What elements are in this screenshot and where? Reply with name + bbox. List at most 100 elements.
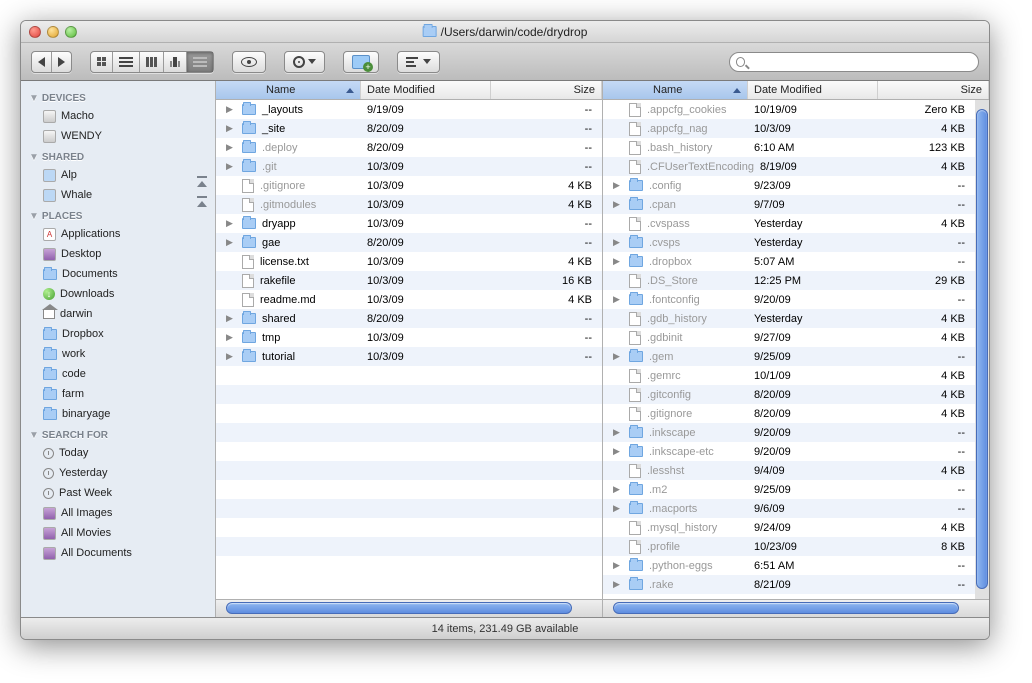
- file-row[interactable]: ▶.config9/23/09--: [603, 176, 975, 195]
- sidebar-item[interactable]: farm: [21, 384, 215, 404]
- file-row[interactable]: ▶shared8/20/09--: [216, 309, 602, 328]
- file-row[interactable]: .bash_history6:10 AM123 KB: [603, 138, 975, 157]
- file-row[interactable]: ▶gae8/20/09--: [216, 233, 602, 252]
- sidebar-header[interactable]: ▼ SHARED: [21, 146, 215, 165]
- list-view-button[interactable]: [113, 52, 140, 72]
- file-row[interactable]: ▶.fontconfig9/20/09--: [603, 290, 975, 309]
- search-input[interactable]: [751, 56, 972, 68]
- disclosure-triangle[interactable]: ▶: [613, 199, 623, 210]
- horizontal-scrollbar[interactable]: [603, 599, 989, 617]
- file-row[interactable]: .appcfg_cookies10/19/09Zero KB: [603, 100, 975, 119]
- file-row[interactable]: .appcfg_nag10/3/094 KB: [603, 119, 975, 138]
- col-name[interactable]: Name: [216, 81, 361, 99]
- eject-button[interactable]: [197, 187, 207, 203]
- disclosure-triangle[interactable]: ▶: [613, 256, 623, 267]
- search-field[interactable]: [729, 52, 979, 72]
- icon-view-button[interactable]: [91, 52, 113, 72]
- file-list[interactable]: .appcfg_cookies10/19/09Zero KB.appcfg_na…: [603, 100, 989, 599]
- file-row[interactable]: ▶tmp10/3/09--: [216, 328, 602, 347]
- action-menu-button[interactable]: [284, 51, 325, 73]
- quicklook-button[interactable]: [232, 51, 266, 73]
- file-row[interactable]: license.txt10/3/094 KB: [216, 252, 602, 271]
- sidebar-item[interactable]: Past Week: [21, 483, 215, 503]
- disclosure-triangle[interactable]: ▶: [226, 237, 236, 248]
- file-row[interactable]: .gemrc10/1/094 KB: [603, 366, 975, 385]
- disclosure-triangle[interactable]: ▶: [613, 351, 623, 362]
- sidebar-item[interactable]: Macho: [21, 106, 215, 126]
- sidebar-header[interactable]: ▼ PLACES: [21, 205, 215, 224]
- disclosure-triangle[interactable]: ▶: [613, 560, 623, 571]
- col-date[interactable]: Date Modified: [748, 81, 878, 99]
- sidebar-item[interactable]: code: [21, 364, 215, 384]
- arrange-menu-button[interactable]: [397, 51, 440, 73]
- file-row[interactable]: ▶.dropbox5:07 AM--: [603, 252, 975, 271]
- sidebar-item[interactable]: Today: [21, 443, 215, 463]
- sidebar-item[interactable]: AApplications: [21, 224, 215, 244]
- file-row[interactable]: .gdbinit9/27/094 KB: [603, 328, 975, 347]
- disclosure-triangle[interactable]: ▶: [613, 503, 623, 514]
- file-row[interactable]: .gdb_historyYesterday4 KB: [603, 309, 975, 328]
- eject-button[interactable]: [197, 167, 207, 183]
- file-row[interactable]: ▶.cpan9/7/09--: [603, 195, 975, 214]
- sidebar-item[interactable]: darwin: [21, 304, 215, 324]
- sidebar-item[interactable]: WENDY: [21, 126, 215, 146]
- file-row[interactable]: ▶_layouts9/19/09--: [216, 100, 602, 119]
- scrollbar-thumb[interactable]: [613, 602, 959, 614]
- col-size[interactable]: Size: [491, 81, 602, 99]
- forward-button[interactable]: [52, 52, 71, 72]
- sidebar-item[interactable]: Dropbox: [21, 324, 215, 344]
- disclosure-triangle[interactable]: ▶: [226, 351, 236, 362]
- disclosure-triangle[interactable]: ▶: [613, 294, 623, 305]
- col-date[interactable]: Date Modified: [361, 81, 491, 99]
- new-folder-button[interactable]: [343, 51, 379, 73]
- file-row[interactable]: .lesshst9/4/094 KB: [603, 461, 975, 480]
- file-row[interactable]: rakefile10/3/0916 KB: [216, 271, 602, 290]
- zoom-button[interactable]: [65, 26, 77, 38]
- file-row[interactable]: ▶.rake8/21/09--: [603, 575, 975, 594]
- sidebar-item[interactable]: binaryage: [21, 404, 215, 424]
- file-row[interactable]: ▶dryapp10/3/09--: [216, 214, 602, 233]
- file-row[interactable]: .CFUserTextEncoding8/19/094 KB: [603, 157, 975, 176]
- col-name[interactable]: Name: [603, 81, 748, 99]
- file-row[interactable]: ▶.cvspsYesterday--: [603, 233, 975, 252]
- disclosure-triangle[interactable]: ▶: [613, 180, 623, 191]
- file-row[interactable]: .profile10/23/098 KB: [603, 537, 975, 556]
- file-row[interactable]: .DS_Store12:25 PM29 KB: [603, 271, 975, 290]
- sidebar-item[interactable]: Whale: [21, 185, 215, 205]
- file-row[interactable]: .gitmodules10/3/094 KB: [216, 195, 602, 214]
- sidebar-header[interactable]: ▼ SEARCH FOR: [21, 424, 215, 443]
- file-row[interactable]: ▶.gem9/25/09--: [603, 347, 975, 366]
- sidebar-item[interactable]: work: [21, 344, 215, 364]
- file-row[interactable]: ▶.inkscape9/20/09--: [603, 423, 975, 442]
- sidebar-item[interactable]: Documents: [21, 264, 215, 284]
- sidebar-item[interactable]: All Images: [21, 503, 215, 523]
- file-row[interactable]: .gitconfig8/20/094 KB: [603, 385, 975, 404]
- disclosure-triangle[interactable]: ▶: [613, 446, 623, 457]
- dual-view-button[interactable]: [187, 52, 213, 72]
- file-row[interactable]: ▶.git10/3/09--: [216, 157, 602, 176]
- col-size[interactable]: Size: [878, 81, 989, 99]
- disclosure-triangle[interactable]: ▶: [613, 237, 623, 248]
- back-button[interactable]: [32, 52, 52, 72]
- disclosure-triangle[interactable]: ▶: [613, 484, 623, 495]
- disclosure-triangle[interactable]: ▶: [226, 104, 236, 115]
- sidebar-item[interactable]: Yesterday: [21, 463, 215, 483]
- file-row[interactable]: ▶.m29/25/09--: [603, 480, 975, 499]
- sidebar-item[interactable]: ↓Downloads: [21, 284, 215, 304]
- scrollbar-thumb[interactable]: [226, 602, 572, 614]
- coverflow-view-button[interactable]: [164, 52, 187, 72]
- file-row[interactable]: ▶.inkscape-etc9/20/09--: [603, 442, 975, 461]
- file-row[interactable]: .gitignore8/20/094 KB: [603, 404, 975, 423]
- vertical-scrollbar-thumb[interactable]: [976, 109, 988, 589]
- disclosure-triangle[interactable]: ▶: [226, 161, 236, 172]
- file-row[interactable]: ▶.python-eggs6:51 AM--: [603, 556, 975, 575]
- sidebar-item[interactable]: Alp: [21, 165, 215, 185]
- file-row[interactable]: .mysql_history9/24/094 KB: [603, 518, 975, 537]
- close-button[interactable]: [29, 26, 41, 38]
- disclosure-triangle[interactable]: ▶: [226, 332, 236, 343]
- sidebar-item[interactable]: Desktop: [21, 244, 215, 264]
- disclosure-triangle[interactable]: ▶: [613, 579, 623, 590]
- column-view-button[interactable]: [140, 52, 164, 72]
- sidebar-item[interactable]: All Movies: [21, 523, 215, 543]
- minimize-button[interactable]: [47, 26, 59, 38]
